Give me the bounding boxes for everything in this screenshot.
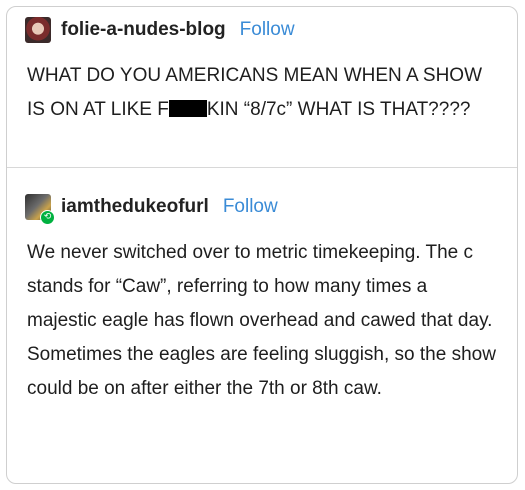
username[interactable]: folie-a-nudes-blog — [61, 19, 226, 41]
user-avatar[interactable]: ⟲ — [25, 194, 55, 225]
username[interactable]: iamthedukeofurl — [61, 196, 209, 218]
post-text: We never switched over to metric timekee… — [27, 242, 496, 399]
post-text-part-2: KIN “8/7c” WHAT IS THAT???? — [206, 99, 471, 120]
original-post: folie-a-nudes-blog Follow WHAT DO YOU AM… — [7, 7, 517, 167]
post-header: folie-a-nudes-blog Follow — [25, 17, 295, 43]
reblog-icon: ⟲ — [40, 210, 55, 225]
follow-button[interactable]: Follow — [223, 196, 278, 218]
redaction-bar — [168, 100, 207, 117]
follow-button[interactable]: Follow — [240, 19, 295, 41]
divider — [7, 167, 517, 168]
tumblr-post-card: folie-a-nudes-blog Follow WHAT DO YOU AM… — [6, 6, 518, 484]
user-avatar[interactable] — [25, 17, 51, 43]
post-header: ⟲ iamthedukeofurl Follow — [25, 194, 278, 225]
post-text: WHAT DO YOU AMERICANS MEAN WHEN A SHOW I… — [27, 59, 501, 127]
